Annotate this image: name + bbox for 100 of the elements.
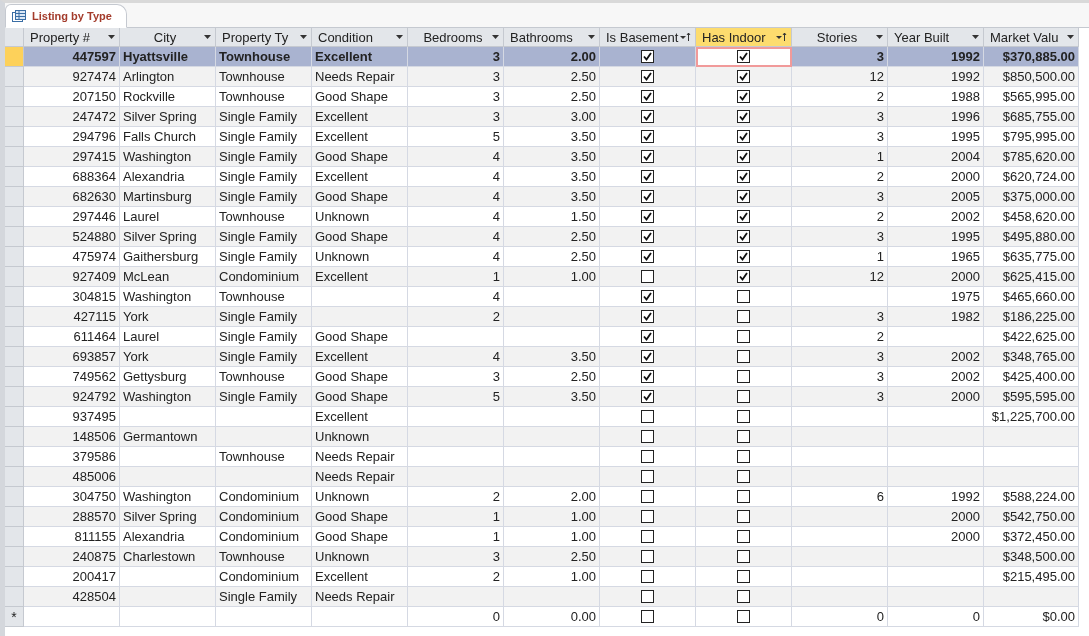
checkbox[interactable] [737, 510, 750, 523]
checkbox[interactable] [737, 410, 750, 423]
column-header[interactable]: City [120, 28, 216, 47]
checkbox[interactable] [737, 90, 750, 103]
dropdown-arrow-icon[interactable] [108, 35, 115, 39]
checkbox[interactable] [737, 450, 750, 463]
checkbox[interactable] [641, 70, 654, 83]
checkbox[interactable] [641, 210, 654, 223]
column-header[interactable]: Has Indoor [696, 28, 792, 47]
sort-filter-icon[interactable] [776, 32, 787, 42]
dropdown-arrow-icon[interactable] [300, 35, 307, 39]
checkbox[interactable] [737, 330, 750, 343]
table-cell: 2002 [888, 207, 984, 227]
dropdown-arrow-icon[interactable] [492, 35, 499, 39]
table-cell: Washington [120, 147, 216, 167]
table-cell: Gaithersburg [120, 247, 216, 267]
checkbox[interactable] [641, 430, 654, 443]
table-cell: 304750 [24, 487, 120, 507]
checkbox[interactable] [737, 110, 750, 123]
checkbox[interactable] [737, 130, 750, 143]
checkbox[interactable] [641, 90, 654, 103]
checkbox[interactable] [641, 110, 654, 123]
column-header[interactable]: Market Valu [984, 28, 1079, 47]
table-cell: Good Shape [312, 147, 408, 167]
checkbox[interactable] [737, 70, 750, 83]
checkbox[interactable] [641, 350, 654, 363]
checkbox[interactable] [737, 50, 750, 63]
checkbox[interactable] [641, 590, 654, 603]
checkbox[interactable] [641, 170, 654, 183]
column-header[interactable]: Bathrooms [504, 28, 600, 47]
checkbox[interactable] [737, 610, 750, 623]
dropdown-arrow-icon[interactable] [396, 35, 403, 39]
table-cell: 2000 [888, 527, 984, 547]
column-header[interactable]: Is Basement [600, 28, 696, 47]
new-record-selector[interactable]: * [5, 607, 24, 627]
checkbox[interactable] [737, 230, 750, 243]
document-tab[interactable]: Listing by Type [5, 4, 127, 28]
checkbox[interactable] [737, 370, 750, 383]
checkbox[interactable] [641, 190, 654, 203]
checkbox[interactable] [737, 550, 750, 563]
checkbox[interactable] [737, 430, 750, 443]
checkbox[interactable] [641, 310, 654, 323]
dropdown-arrow-icon[interactable] [972, 35, 979, 39]
checkbox[interactable] [737, 170, 750, 183]
column-header[interactable]: Year Built [888, 28, 984, 47]
checkbox[interactable] [641, 470, 654, 483]
checkbox[interactable] [641, 250, 654, 263]
table-cell: Good Shape [312, 227, 408, 247]
checkbox[interactable] [737, 190, 750, 203]
checkbox[interactable] [641, 390, 654, 403]
checkbox[interactable] [737, 530, 750, 543]
checkbox[interactable] [737, 270, 750, 283]
checkbox[interactable] [737, 470, 750, 483]
table-cell: Washington [120, 387, 216, 407]
checkbox[interactable] [737, 310, 750, 323]
table-cell: $370,885.00 [984, 47, 1079, 67]
checkbox[interactable] [641, 550, 654, 563]
checkbox[interactable] [737, 290, 750, 303]
checkbox[interactable] [641, 330, 654, 343]
checkbox[interactable] [737, 210, 750, 223]
table-cell: 2000 [888, 267, 984, 287]
dropdown-arrow-icon[interactable] [876, 35, 883, 39]
column-header[interactable]: Property Ty [216, 28, 312, 47]
checkbox[interactable] [737, 150, 750, 163]
table-cell: Single Family [216, 327, 312, 347]
checkbox[interactable] [737, 570, 750, 583]
checkbox[interactable] [737, 390, 750, 403]
checkbox[interactable] [641, 50, 654, 63]
sort-filter-icon[interactable] [680, 32, 691, 42]
table-cell: Laurel [120, 327, 216, 347]
table-cell: 3.50 [504, 347, 600, 367]
column-header[interactable]: Condition [312, 28, 408, 47]
checkbox[interactable] [641, 570, 654, 583]
checkbox[interactable] [641, 450, 654, 463]
checkbox[interactable] [641, 370, 654, 383]
checkbox[interactable] [641, 230, 654, 243]
checkbox[interactable] [641, 610, 654, 623]
table-cell: Townhouse [216, 47, 312, 67]
column-header[interactable]: Property # [24, 28, 120, 47]
checkbox[interactable] [737, 490, 750, 503]
checkbox[interactable] [737, 590, 750, 603]
checkbox[interactable] [641, 150, 654, 163]
checkbox[interactable] [737, 250, 750, 263]
checkbox[interactable] [641, 490, 654, 503]
table-cell: Good Shape [312, 367, 408, 387]
column-header[interactable]: Bedrooms [408, 28, 504, 47]
checkbox[interactable] [641, 510, 654, 523]
dropdown-arrow-icon[interactable] [204, 35, 211, 39]
checkbox[interactable] [737, 350, 750, 363]
table-cell: Needs Repair [312, 67, 408, 87]
column-header[interactable]: Stories [792, 28, 888, 47]
checkbox[interactable] [641, 410, 654, 423]
checkbox[interactable] [641, 290, 654, 303]
checkbox[interactable] [641, 530, 654, 543]
table-cell: Excellent [312, 407, 408, 427]
dropdown-arrow-icon[interactable] [1067, 35, 1074, 39]
checkbox[interactable] [641, 130, 654, 143]
checkbox[interactable] [641, 270, 654, 283]
dropdown-arrow-icon[interactable] [588, 35, 595, 39]
table-cell: Silver Spring [120, 107, 216, 127]
